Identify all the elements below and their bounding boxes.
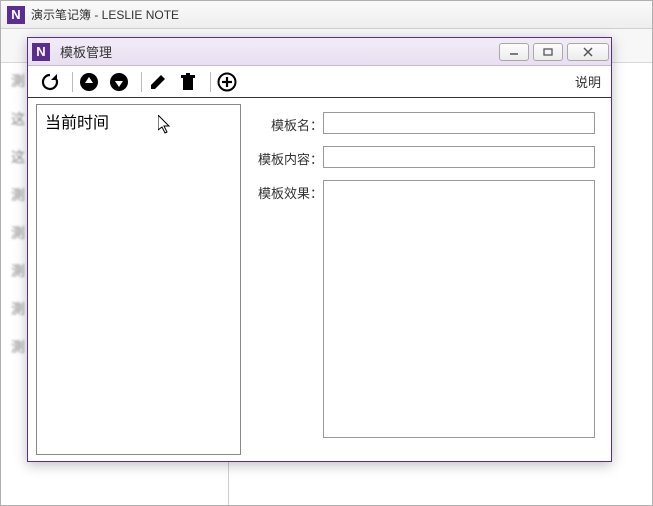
toolbar-separator	[210, 72, 211, 92]
refresh-button[interactable]	[38, 70, 62, 94]
minimize-button[interactable]	[499, 43, 529, 61]
list-item[interactable]: 当前时间	[37, 105, 240, 137]
name-label: 模板名：	[251, 112, 323, 134]
app-icon: N	[7, 6, 25, 24]
edit-button[interactable]	[146, 70, 170, 94]
parent-titlebar: N 演示笔记簿 - LESLIE NOTE	[1, 1, 652, 29]
move-up-button[interactable]	[77, 70, 101, 94]
effect-label: 模板效果：	[251, 180, 323, 202]
parent-title: 演示笔记簿 - LESLIE NOTE	[31, 6, 179, 23]
template-manager-dialog: N 模板管理	[27, 37, 612, 462]
dialog-titlebar[interactable]: N 模板管理	[28, 38, 611, 66]
close-button[interactable]	[567, 43, 609, 61]
toolbar-separator	[141, 72, 142, 92]
effect-textarea[interactable]	[323, 180, 595, 438]
toolbar-separator	[72, 72, 73, 92]
name-input[interactable]	[323, 112, 595, 134]
dialog-title: 模板管理	[60, 42, 112, 61]
dialog-toolbar: 说明	[28, 66, 611, 98]
dialog-app-icon: N	[32, 43, 50, 61]
move-down-button[interactable]	[107, 70, 131, 94]
content-input[interactable]	[323, 146, 595, 168]
maximize-button[interactable]	[533, 43, 563, 61]
window-controls	[495, 43, 609, 61]
add-button[interactable]	[215, 70, 239, 94]
dialog-body: 当前时间 模板名： 模板内容： 模板效果：	[28, 98, 611, 461]
help-link[interactable]: 说明	[575, 72, 601, 91]
template-form: 模板名： 模板内容： 模板效果：	[241, 98, 611, 461]
template-list[interactable]: 当前时间	[36, 104, 241, 455]
content-label: 模板内容：	[251, 146, 323, 168]
delete-button[interactable]	[176, 70, 200, 94]
